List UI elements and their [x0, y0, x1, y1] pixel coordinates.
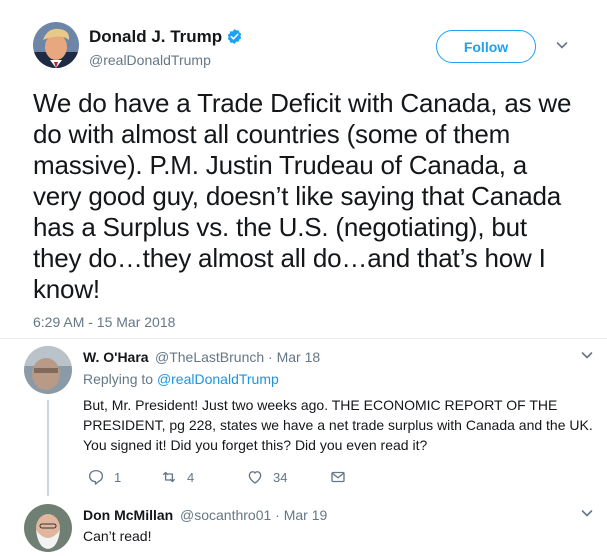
thread-line: [47, 400, 49, 496]
reply-text: Can’t read!: [83, 528, 152, 544]
chevron-down-icon[interactable]: [580, 348, 594, 362]
direct-message-action[interactable]: [329, 468, 347, 486]
tweet-text: We do have a Trade Deficit with Canada, …: [33, 88, 572, 304]
replying-to: Replying to @realDonaldTrump: [83, 371, 279, 387]
reply-avatar[interactable]: [24, 504, 72, 552]
chevron-down-icon[interactable]: [580, 506, 594, 520]
author-avatar[interactable]: [33, 22, 79, 68]
like-count: 34: [273, 469, 288, 485]
author-handle[interactable]: @realDonaldTrump: [89, 52, 211, 68]
tweet-timestamp[interactable]: 6:29 AM - 15 Mar 2018: [33, 314, 175, 330]
retweet-action[interactable]: 4: [160, 468, 194, 486]
reply-author-name[interactable]: W. O'Hara: [83, 349, 149, 365]
reply-text: But, Mr. President! Just two weeks ago. …: [83, 397, 593, 453]
chevron-down-icon[interactable]: [555, 38, 569, 52]
replying-to-mention[interactable]: @realDonaldTrump: [157, 371, 279, 387]
replying-to-label: Replying to: [83, 371, 157, 387]
reply-action[interactable]: 1: [87, 468, 121, 486]
heart-icon: [248, 471, 262, 484]
reply-author-meta[interactable]: @TheLastBrunch · Mar 18: [155, 349, 320, 365]
retweet-icon: [163, 471, 175, 483]
retweet-count: 4: [187, 469, 195, 485]
divider: [0, 338, 607, 339]
like-action[interactable]: 34: [246, 468, 287, 486]
reply-author-name[interactable]: Don McMillan: [83, 507, 173, 523]
reply-count: 1: [114, 469, 122, 485]
author-display-name[interactable]: Donald J. Trump: [89, 27, 222, 47]
verified-badge-icon: [227, 29, 242, 44]
follow-button[interactable]: Follow: [436, 30, 536, 63]
reply-avatar[interactable]: [24, 346, 72, 394]
envelope-icon: [331, 471, 345, 483]
comment-icon: [88, 469, 104, 485]
reply-author-meta[interactable]: @socanthro01 · Mar 19: [180, 507, 327, 523]
